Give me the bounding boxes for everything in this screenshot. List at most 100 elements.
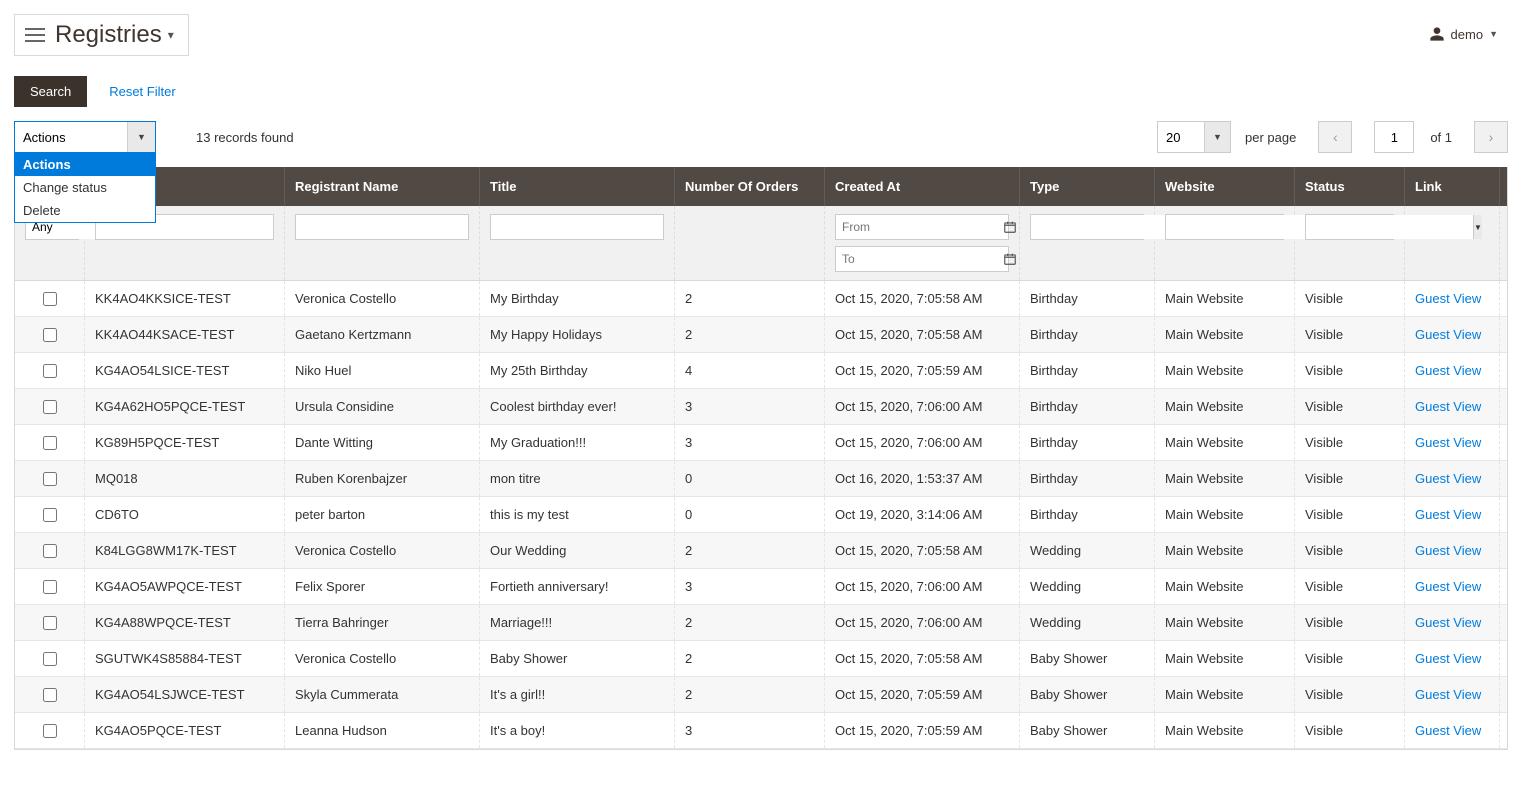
hamburger-icon — [25, 24, 45, 46]
col-created[interactable]: Created At — [825, 167, 1020, 206]
row-checkbox[interactable] — [43, 472, 57, 486]
cell-created: Oct 15, 2020, 7:05:59 AM — [825, 677, 1020, 712]
guest-view-link[interactable]: Guest View — [1415, 435, 1481, 450]
guest-view-link[interactable]: Guest View — [1415, 579, 1481, 594]
row-checkbox[interactable] — [43, 400, 57, 414]
filter-date-to[interactable] — [835, 246, 1009, 272]
col-title[interactable]: Title — [480, 167, 675, 206]
cell-status: Visible — [1295, 317, 1405, 352]
row-checkbox[interactable] — [43, 688, 57, 702]
table-row[interactable]: KK4AO44KSACE-TESTGaetano KertzmannMy Hap… — [15, 317, 1507, 353]
search-button[interactable]: Search — [14, 76, 87, 107]
guest-view-link[interactable]: Guest View — [1415, 723, 1481, 738]
actions-input[interactable] — [15, 122, 127, 152]
col-link: Link — [1405, 167, 1500, 206]
cell-name: Tierra Bahringer — [285, 605, 480, 640]
row-checkbox[interactable] — [43, 508, 57, 522]
cell-website: Main Website — [1155, 461, 1295, 496]
table-row[interactable]: KG4AO54LSJWCE-TESTSkyla CummerataIt's a … — [15, 677, 1507, 713]
cell-created: Oct 15, 2020, 7:05:58 AM — [825, 533, 1020, 568]
actions-option-actions[interactable]: Actions — [15, 153, 155, 176]
cell-website: Main Website — [1155, 497, 1295, 532]
guest-view-link[interactable]: Guest View — [1415, 687, 1481, 702]
row-checkbox[interactable] — [43, 292, 57, 306]
cell-name: Niko Huel — [285, 353, 480, 388]
cell-name: Leanna Hudson — [285, 713, 480, 748]
row-checkbox[interactable] — [43, 544, 57, 558]
calendar-icon[interactable] — [1003, 220, 1017, 234]
row-checkbox[interactable] — [43, 580, 57, 594]
page-input[interactable] — [1374, 121, 1414, 153]
cell-title: It's a girl!! — [480, 677, 675, 712]
guest-view-link[interactable]: Guest View — [1415, 651, 1481, 666]
cell-type: Wedding — [1020, 605, 1155, 640]
cell-website: Main Website — [1155, 533, 1295, 568]
col-website[interactable]: Website — [1155, 167, 1295, 206]
table-row[interactable]: SGUTWK4S85884-TESTVeronica CostelloBaby … — [15, 641, 1507, 677]
col-name[interactable]: Registrant Name — [285, 167, 480, 206]
per-page-toggle[interactable]: ▼ — [1204, 122, 1230, 152]
cell-type: Birthday — [1020, 317, 1155, 352]
table-row[interactable]: KG4A62HO5PQCE-TESTUrsula ConsidineCooles… — [15, 389, 1507, 425]
table-row[interactable]: MQ018Ruben Korenbajzermon titre0Oct 16, … — [15, 461, 1507, 497]
row-checkbox[interactable] — [43, 328, 57, 342]
table-row[interactable]: KG4AO5AWPQCE-TESTFelix SporerFortieth an… — [15, 569, 1507, 605]
cell-id: CD6TO — [85, 497, 285, 532]
actions-option-change-status[interactable]: Change status — [15, 176, 155, 199]
row-checkbox[interactable] — [43, 616, 57, 630]
actions-dropdown[interactable]: ▼ — [14, 121, 156, 153]
filter-name[interactable] — [295, 214, 469, 240]
row-checkbox[interactable] — [43, 724, 57, 738]
guest-view-link[interactable]: Guest View — [1415, 363, 1481, 378]
cell-website: Main Website — [1155, 281, 1295, 316]
cell-name: Gaetano Kertzmann — [285, 317, 480, 352]
row-checkbox[interactable] — [43, 364, 57, 378]
guest-view-link[interactable]: Guest View — [1415, 615, 1481, 630]
table-row[interactable]: CD6TOpeter bartonthis is my test0Oct 19,… — [15, 497, 1507, 533]
col-status[interactable]: Status — [1295, 167, 1405, 206]
cell-type: Birthday — [1020, 353, 1155, 388]
filter-type-select[interactable]: ▼ — [1030, 214, 1144, 240]
table-row[interactable]: KG4AO5PQCE-TESTLeanna HudsonIt's a boy!3… — [15, 713, 1507, 749]
cell-title: My Graduation!!! — [480, 425, 675, 460]
guest-view-link[interactable]: Guest View — [1415, 507, 1481, 522]
table-row[interactable]: KG4AO54LSICE-TESTNiko HuelMy 25th Birthd… — [15, 353, 1507, 389]
cell-title: My 25th Birthday — [480, 353, 675, 388]
cell-type: Birthday — [1020, 497, 1155, 532]
actions-toggle[interactable]: ▼ — [127, 122, 155, 152]
table-row[interactable]: KK4AO4KKSICE-TESTVeronica CostelloMy Bir… — [15, 281, 1507, 317]
col-type[interactable]: Type — [1020, 167, 1155, 206]
col-orders[interactable]: Number Of Orders — [675, 167, 825, 206]
account-menu[interactable]: demo ▼ — [1429, 26, 1498, 42]
calendar-icon[interactable] — [1003, 252, 1017, 266]
guest-view-link[interactable]: Guest View — [1415, 543, 1481, 558]
prev-page-button[interactable]: ‹ — [1318, 121, 1352, 153]
guest-view-link[interactable]: Guest View — [1415, 471, 1481, 486]
cell-orders: 3 — [675, 713, 825, 748]
filter-date-from[interactable] — [835, 214, 1009, 240]
filter-website-select[interactable]: ▼ — [1165, 214, 1284, 240]
table-row[interactable]: KG89H5PQCE-TESTDante WittingMy Graduatio… — [15, 425, 1507, 461]
per-page-label: per page — [1245, 130, 1296, 145]
per-page-select[interactable]: ▼ — [1157, 121, 1231, 153]
cell-orders: 3 — [675, 425, 825, 460]
guest-view-link[interactable]: Guest View — [1415, 327, 1481, 342]
cell-created: Oct 15, 2020, 7:06:00 AM — [825, 569, 1020, 604]
cell-name: Veronica Costello — [285, 641, 480, 676]
table-row[interactable]: KG4A88WPQCE-TESTTierra BahringerMarriage… — [15, 605, 1507, 641]
table-row[interactable]: K84LGG8WM17K-TESTVeronica CostelloOur We… — [15, 533, 1507, 569]
filter-title[interactable] — [490, 214, 664, 240]
actions-option-delete[interactable]: Delete — [15, 199, 155, 222]
cell-type: Wedding — [1020, 533, 1155, 568]
filter-status-select[interactable]: ▼ — [1305, 214, 1394, 240]
page-title-button[interactable]: Registries ▾ — [14, 14, 189, 56]
row-checkbox[interactable] — [43, 436, 57, 450]
next-page-button[interactable]: › — [1474, 121, 1508, 153]
per-page-input[interactable] — [1158, 122, 1204, 152]
guest-view-link[interactable]: Guest View — [1415, 291, 1481, 306]
cell-created: Oct 16, 2020, 1:53:37 AM — [825, 461, 1020, 496]
guest-view-link[interactable]: Guest View — [1415, 399, 1481, 414]
reset-filter-link[interactable]: Reset Filter — [109, 84, 175, 99]
registries-grid: ID Registrant Name Title Number Of Order… — [14, 167, 1508, 750]
row-checkbox[interactable] — [43, 652, 57, 666]
